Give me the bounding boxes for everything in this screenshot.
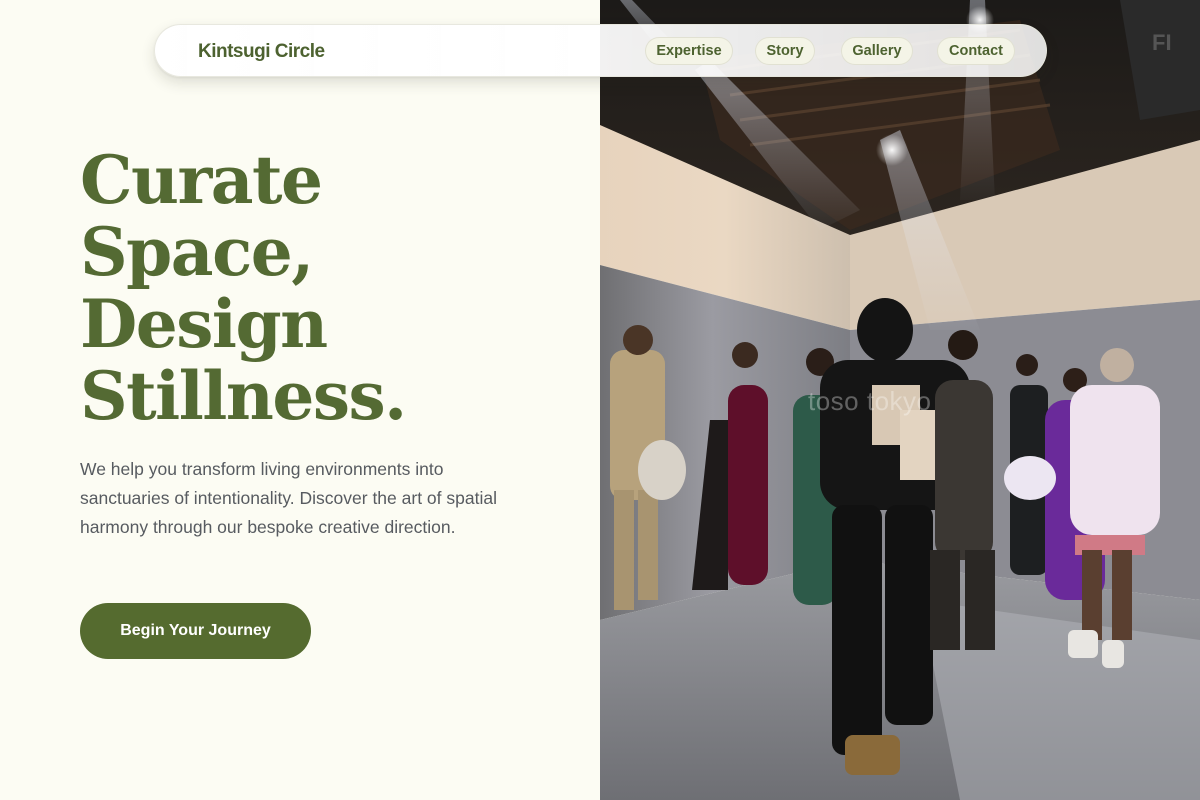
nav-link-expertise[interactable]: Expertise [645,37,733,65]
svg-text:FI: FI [1152,30,1172,55]
nav-link-gallery[interactable]: Gallery [841,37,913,65]
top-navigation-bar: Kintsugi Circle Expertise Story Gallery … [154,24,1047,77]
nav-link-story[interactable]: Story [755,37,815,65]
begin-journey-button[interactable]: Begin Your Journey [80,603,311,659]
hero-headline: Curate Space, Design Stillness. [80,144,580,432]
brand-logo-text[interactable]: Kintsugi Circle [198,41,325,63]
hero-headline-line-1: Curate [80,141,323,219]
hero-headline-line-4: Stillness. [80,357,407,435]
nav-link-contact[interactable]: Contact [937,37,1015,65]
hero-description: We help you transform living environment… [80,459,497,537]
hero-headline-line-3: Design [80,285,328,363]
photo-watermark: toso tokyo [808,386,932,416]
hero-headline-line-2: Space, [80,213,314,291]
